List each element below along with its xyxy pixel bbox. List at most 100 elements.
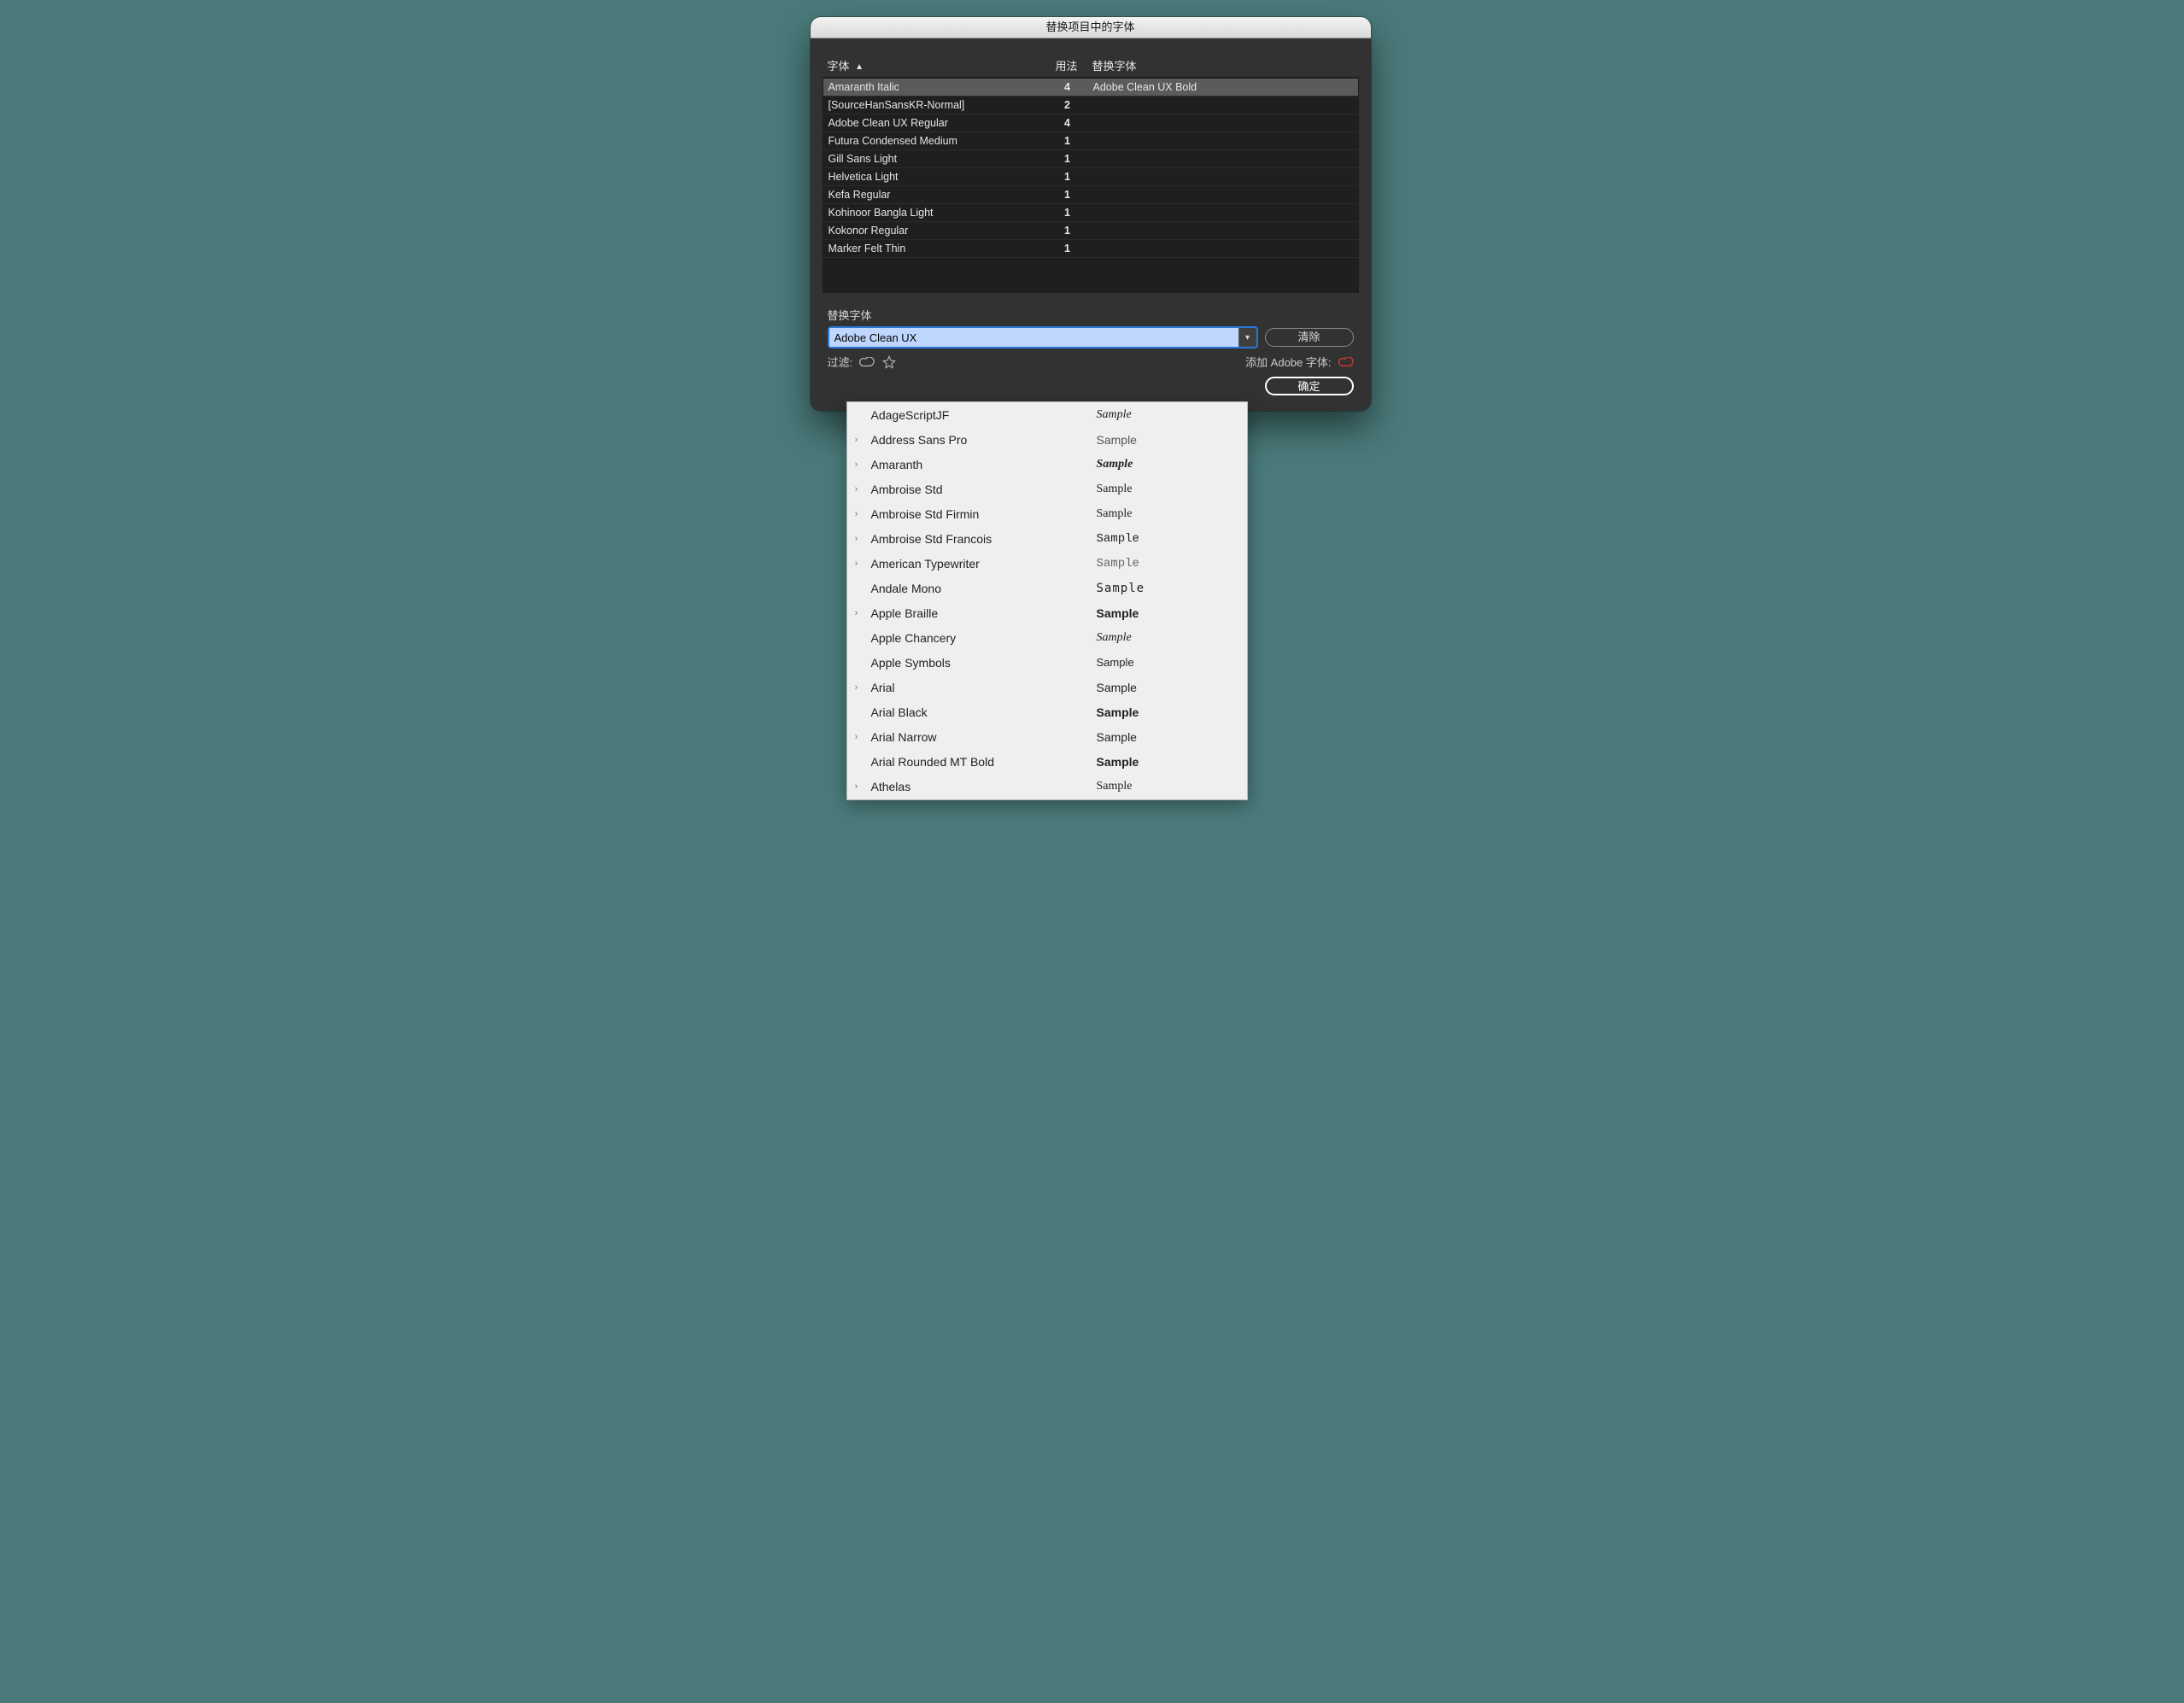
font-sample: Sample <box>1097 606 1242 620</box>
expand-chevron-icon[interactable]: › <box>851 484 863 495</box>
table-row[interactable]: Kefa Regular1 <box>823 186 1358 204</box>
table-row[interactable]: Futura Condensed Medium1 <box>823 132 1358 150</box>
font-list-item[interactable]: Arial Rounded MT BoldSample <box>847 749 1247 774</box>
font-sample: Sample <box>1097 532 1242 546</box>
table-row[interactable]: [SourceHanSansKR-Normal]2 <box>823 97 1358 114</box>
font-list-item[interactable]: Apple SymbolsSample <box>847 650 1247 675</box>
table-body: Amaranth Italic4Adobe Clean UX Bold[Sour… <box>823 78 1359 293</box>
expand-chevron-icon[interactable]: › <box>851 509 863 519</box>
font-sample: Sample <box>1097 458 1242 471</box>
replace-section-label: 替换字体 <box>811 293 1371 326</box>
cell-usage-count: 1 <box>1042 189 1093 201</box>
expand-chevron-icon[interactable]: › <box>851 732 863 742</box>
expand-chevron-icon[interactable]: › <box>851 781 863 792</box>
font-list-item[interactable]: ›ArialSample <box>847 675 1247 699</box>
font-name: Arial Narrow <box>863 730 1097 744</box>
cell-font-name: Helvetica Light <box>829 171 1042 183</box>
font-list-item[interactable]: ›Ambroise Std FirminSample <box>847 501 1247 526</box>
font-list-item[interactable]: ›Ambroise StdSample <box>847 477 1247 501</box>
cell-font-name: Gill Sans Light <box>829 153 1042 165</box>
font-list-item[interactable]: ›Apple BrailleSample <box>847 600 1247 625</box>
font-name: Arial Rounded MT Bold <box>863 755 1097 769</box>
font-name: Ambroise Std Firmin <box>863 507 1097 521</box>
cell-font-name: Amaranth Italic <box>829 81 1042 93</box>
font-sample: Sample <box>1097 705 1242 719</box>
font-name: Arial <box>863 681 1097 694</box>
font-name: Apple Braille <box>863 606 1097 620</box>
font-list-item[interactable]: ›AthelasSample <box>847 774 1247 799</box>
table-row[interactable]: Marker Felt Thin1 <box>823 240 1358 258</box>
cell-usage-count: 1 <box>1042 135 1093 147</box>
cell-usage-count: 4 <box>1042 81 1093 93</box>
font-sample: Sample <box>1097 656 1242 669</box>
font-list-item[interactable]: AdageScriptJFSample <box>847 402 1247 427</box>
dialog-footer: 确定 <box>811 375 1371 401</box>
font-name: Amaranth <box>863 458 1097 471</box>
font-table: 字体 ▲ 用法 替换字体 Amaranth Italic4Adobe Clean… <box>811 38 1371 293</box>
font-sample: Sample <box>1097 730 1242 744</box>
font-list-item[interactable]: ›Ambroise Std FrancoisSample <box>847 526 1247 551</box>
cell-replacement: Adobe Clean UX Bold <box>1093 81 1353 93</box>
creative-cloud-icon[interactable] <box>859 354 875 370</box>
font-list-item[interactable]: ›Address Sans ProSample <box>847 427 1247 452</box>
sort-ascending-icon: ▲ <box>855 62 864 72</box>
replace-row: ▾ 清除 <box>811 326 1371 354</box>
ok-button[interactable]: 确定 <box>1265 377 1354 395</box>
font-list-item[interactable]: Andale MonoSample <box>847 576 1247 600</box>
cell-font-name: Adobe Clean UX Regular <box>829 117 1042 129</box>
font-list-item[interactable]: Apple ChancerySample <box>847 625 1247 650</box>
font-name: Apple Chancery <box>863 631 1097 645</box>
cell-usage-count: 1 <box>1042 171 1093 183</box>
creative-cloud-add-icon[interactable] <box>1338 354 1354 370</box>
font-sample: Sample <box>1097 433 1242 447</box>
dialog-title: 替换项目中的字体 <box>811 17 1371 38</box>
table-row[interactable]: Adobe Clean UX Regular4 <box>823 114 1358 132</box>
table-header-row: 字体 ▲ 用法 替换字体 <box>823 52 1359 78</box>
table-row[interactable]: Kohinoor Bangla Light1 <box>823 204 1358 222</box>
font-sample: Sample <box>1097 483 1242 496</box>
table-row[interactable]: Gill Sans Light1 <box>823 150 1358 168</box>
expand-chevron-icon[interactable]: › <box>851 608 863 618</box>
dialog-body: 字体 ▲ 用法 替换字体 Amaranth Italic4Adobe Clean… <box>811 38 1371 411</box>
font-sample: Sample <box>1097 582 1242 595</box>
font-name: Apple Symbols <box>863 656 1097 670</box>
cell-usage-count: 1 <box>1042 207 1093 219</box>
cell-usage-count: 1 <box>1042 153 1093 165</box>
replacement-font-input[interactable] <box>829 328 1238 347</box>
cell-font-name: Kefa Regular <box>829 189 1042 201</box>
table-row[interactable]: Amaranth Italic4Adobe Clean UX Bold <box>823 79 1358 97</box>
table-row[interactable]: Helvetica Light1 <box>823 168 1358 186</box>
font-dropdown-list[interactable]: AdageScriptJFSample›Address Sans ProSamp… <box>846 401 1248 800</box>
combo-dropdown-button[interactable]: ▾ <box>1238 328 1256 347</box>
font-name: Address Sans Pro <box>863 433 1097 447</box>
clear-button[interactable]: 清除 <box>1265 328 1354 347</box>
expand-chevron-icon[interactable]: › <box>851 435 863 445</box>
table-row[interactable]: Kokonor Regular1 <box>823 222 1358 240</box>
font-list-item[interactable]: ›AmaranthSample <box>847 452 1247 477</box>
expand-chevron-icon[interactable]: › <box>851 459 863 470</box>
font-list-item[interactable]: Arial BlackSample <box>847 699 1247 724</box>
font-sample: Sample <box>1097 780 1242 793</box>
font-name: Andale Mono <box>863 582 1097 595</box>
column-header-font[interactable]: 字体 ▲ <box>828 57 1041 73</box>
expand-chevron-icon[interactable]: › <box>851 682 863 693</box>
filter-label: 过滤: <box>828 354 853 370</box>
column-header-replace[interactable]: 替换字体 <box>1092 57 1354 73</box>
filter-row: 过滤: 添加 Adobe 字体: <box>811 354 1371 375</box>
font-sample: Sample <box>1097 408 1242 422</box>
font-list-item[interactable]: ›American TypewriterSample <box>847 551 1247 576</box>
replacement-font-combo[interactable]: ▾ <box>828 326 1258 348</box>
expand-chevron-icon[interactable]: › <box>851 534 863 544</box>
expand-chevron-icon[interactable]: › <box>851 559 863 569</box>
font-name: American Typewriter <box>863 557 1097 571</box>
cell-usage-count: 2 <box>1042 99 1093 111</box>
font-name: Arial Black <box>863 705 1097 719</box>
column-header-usage[interactable]: 用法 <box>1041 57 1092 73</box>
font-sample: Sample <box>1097 507 1242 521</box>
cell-usage-count: 1 <box>1042 225 1093 237</box>
favorite-star-icon[interactable] <box>881 354 897 370</box>
font-list-item[interactable]: ›Arial NarrowSample <box>847 724 1247 749</box>
cell-font-name: Futura Condensed Medium <box>829 135 1042 147</box>
font-name: AdageScriptJF <box>863 408 1097 422</box>
chevron-down-icon: ▾ <box>1245 333 1250 342</box>
